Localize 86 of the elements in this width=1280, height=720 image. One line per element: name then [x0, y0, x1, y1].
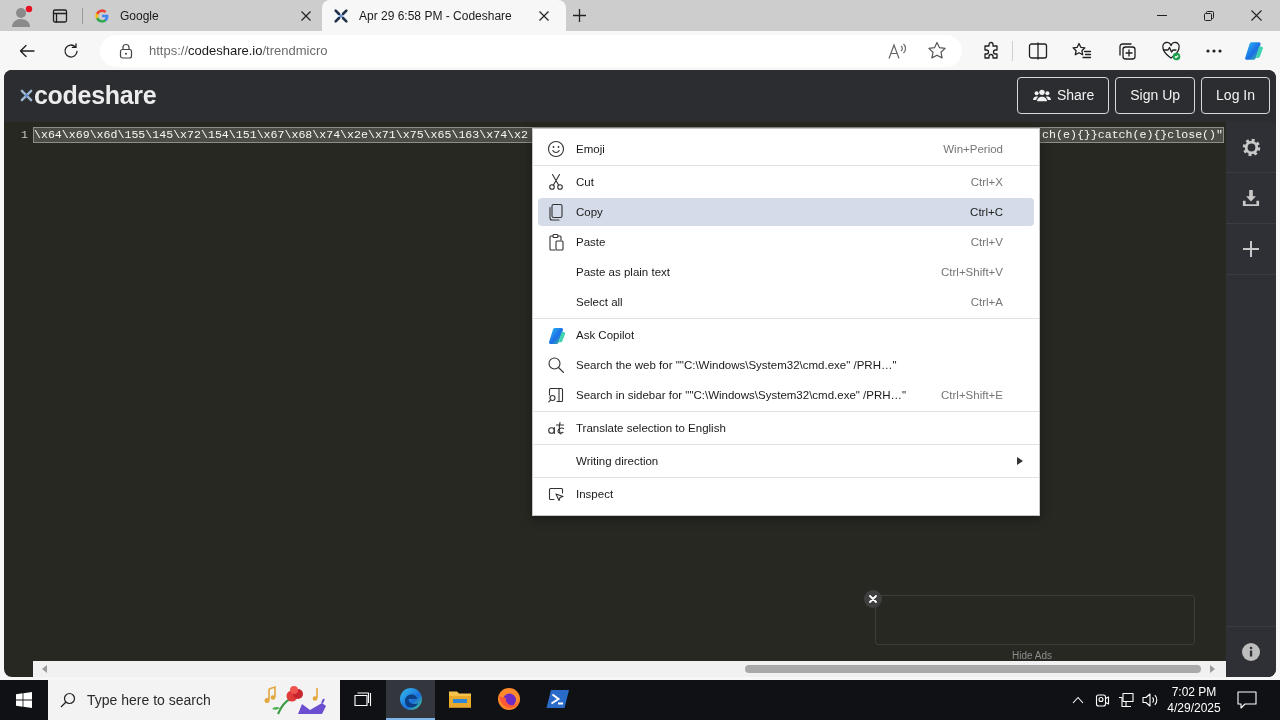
close-ad-button[interactable]: [864, 590, 882, 608]
x-logo-icon: [333, 7, 349, 24]
collections-icon[interactable]: [1117, 40, 1137, 61]
chevron-up-icon[interactable]: [1072, 696, 1084, 704]
download-icon[interactable]: [1242, 189, 1260, 207]
shortcut-text: Ctrl+C: [970, 206, 1003, 218]
g-logo-icon: [94, 7, 110, 24]
menu-item[interactable]: Paste as plain text Ctrl+Shift+V: [538, 258, 1034, 286]
shortcut-text: Ctrl+X: [970, 176, 1003, 188]
menu-item[interactable]: Emoji Win+Period: [538, 135, 1034, 163]
date-text: 4/29/2025: [1167, 700, 1221, 716]
users-icon: [1032, 87, 1051, 103]
menu-item[interactable]: Inspect: [538, 480, 1034, 508]
back-arrow-icon[interactable]: [19, 43, 35, 58]
star-icon[interactable]: [927, 41, 947, 60]
copilot-icon: [547, 326, 565, 344]
browser-tab[interactable]: Google: [86, 0, 322, 31]
menu-item[interactable]: Cut Ctrl+X: [538, 168, 1034, 196]
hide-ads-link[interactable]: Hide Ads: [1012, 651, 1053, 661]
shortcut-text: Win+Period: [943, 143, 1003, 155]
search-icon: [60, 692, 76, 708]
sidebar-search-icon: [547, 386, 565, 404]
terminal-icon: [545, 687, 570, 711]
windows-logo-icon[interactable]: [16, 692, 32, 708]
task-view-icon[interactable]: [354, 692, 372, 708]
time-text: 7:02 PM: [1171, 684, 1217, 700]
fox-app-icon: [496, 687, 521, 711]
address-bar[interactable]: https://codeshare.io/trendmicro: [100, 34, 962, 67]
emoji-icon: [547, 140, 565, 158]
shortcut-text: Ctrl+A: [970, 296, 1003, 308]
close-icon: [869, 595, 877, 603]
restore-icon[interactable]: [1204, 10, 1214, 21]
menu-item[interactable]: Writing direction: [538, 447, 1034, 475]
clipboard-icon: [547, 233, 565, 251]
info-icon[interactable]: [1242, 643, 1260, 661]
menu-item[interactable]: Ask Copilot: [538, 321, 1034, 349]
settings-icon[interactable]: [1241, 137, 1261, 157]
horizontal-scrollbar[interactable]: [33, 661, 1226, 677]
copilot-icon[interactable]: [1243, 39, 1265, 62]
taskbar-app-button[interactable]: [386, 680, 435, 720]
tab-actions-icon[interactable]: [52, 7, 68, 24]
plus-icon[interactable]: [573, 9, 586, 22]
favorites-icon[interactable]: [1072, 41, 1092, 60]
search-field[interactable]: Type here to search: [48, 680, 340, 720]
code-text: \x64\x69\x6d\155\145\x72\154\151\x67\x68\x74\x2e\x71\x75\x65\163\x74\x2: [34, 128, 528, 142]
more-icon[interactable]: [1206, 48, 1222, 53]
close-icon[interactable]: [539, 10, 549, 21]
lock-icon[interactable]: [119, 42, 133, 59]
caret-right-icon: [1017, 457, 1023, 465]
menu-item[interactable]: Search in sidebar for ""C:\Windows\System32\cmd.exe" /PRH…" Ctrl+Shift+E: [538, 381, 1034, 409]
puzzle-icon[interactable]: [982, 40, 1000, 61]
url-text: https://codeshare.io/trendmicro: [149, 43, 329, 58]
shortcut-text: Ctrl+Shift+E: [941, 389, 1003, 401]
search-icon: [547, 356, 565, 374]
volume-icon[interactable]: [1142, 692, 1158, 708]
webcam-icon[interactable]: [1094, 692, 1110, 708]
notification-icon[interactable]: [1237, 691, 1257, 709]
swirl-app-icon: [398, 687, 423, 711]
browser-tab[interactable]: Apr 29 6:58 PM - Codeshare: [322, 0, 566, 31]
menu-item[interactable]: Paste Ctrl+V: [538, 228, 1034, 256]
menu-item[interactable]: Copy Ctrl+C: [538, 198, 1034, 226]
menu-item[interactable]: Translate selection to English: [538, 414, 1034, 442]
close-icon[interactable]: [1251, 10, 1262, 21]
split-screen-icon[interactable]: [1028, 41, 1048, 60]
menu-item[interactable]: Select all Ctrl+A: [538, 288, 1034, 316]
heart-pulse-icon[interactable]: [1161, 40, 1181, 61]
inspect-icon: [547, 485, 565, 503]
sign-up-button[interactable]: Sign Up: [1115, 76, 1196, 114]
close-icon[interactable]: [301, 10, 311, 21]
line-number: 1: [20, 127, 29, 143]
read-aloud-icon[interactable]: [888, 41, 908, 60]
share-button[interactable]: Share: [1016, 76, 1110, 114]
translate-icon: [547, 419, 565, 437]
scrollbar-thumb[interactable]: [745, 665, 1201, 673]
scissors-icon: [547, 173, 565, 191]
log-in-button[interactable]: Log In: [1201, 76, 1270, 114]
network-icon[interactable]: [1118, 692, 1134, 708]
code-text: ch(e){}}catch(e){}close()": [1042, 128, 1223, 142]
refresh-icon[interactable]: [63, 42, 79, 59]
shortcut-text: Ctrl+V: [970, 236, 1003, 248]
logo-text: codeshare: [34, 80, 157, 110]
profile-icon[interactable]: [11, 4, 33, 27]
shortcut-text: Ctrl+Shift+V: [941, 266, 1003, 278]
menu-item[interactable]: Search the web for ""C:\Windows\System32\cmd.exe" /PRH…": [538, 351, 1034, 379]
copy-icon: [547, 203, 565, 221]
logo-x-icon: [20, 88, 33, 102]
